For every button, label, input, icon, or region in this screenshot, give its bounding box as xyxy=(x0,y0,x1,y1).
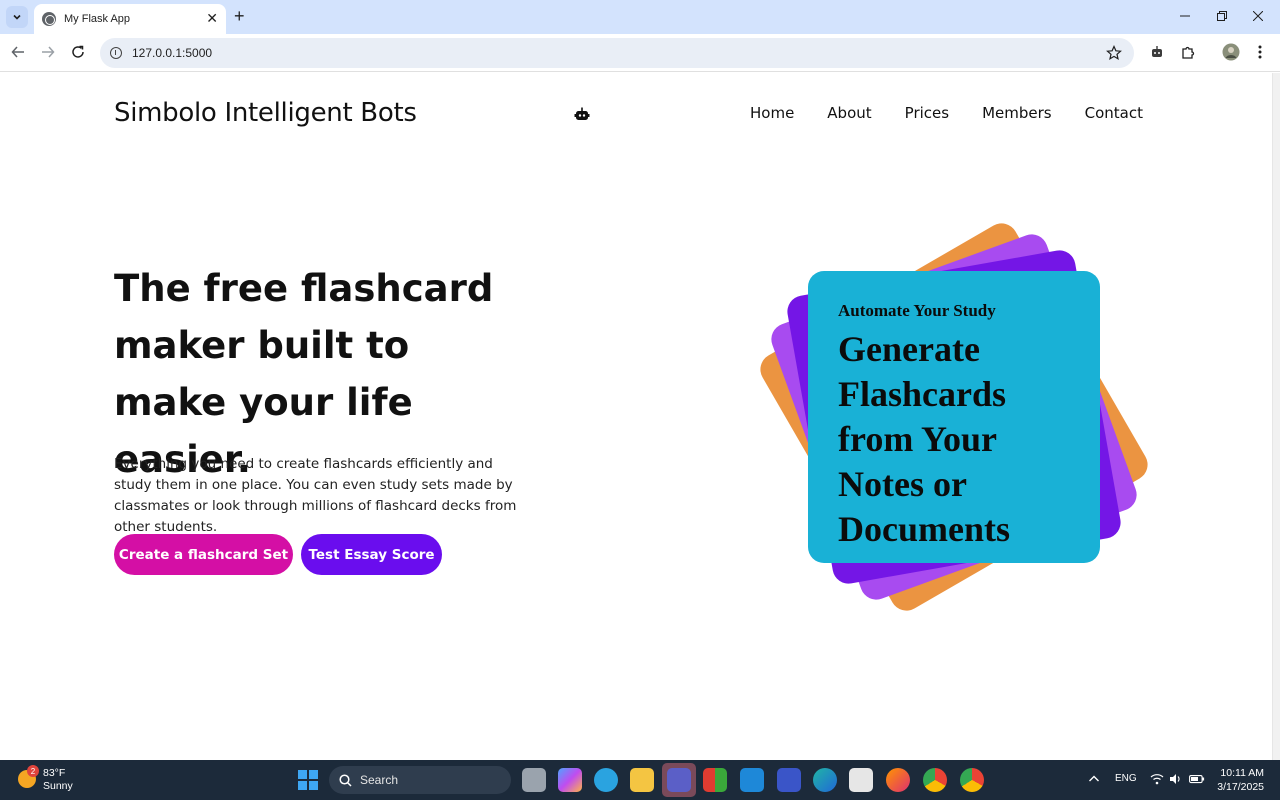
ms-store-icon[interactable] xyxy=(849,768,873,792)
reload-icon xyxy=(72,45,84,58)
forward-button[interactable] xyxy=(38,42,58,62)
main-nav: Home About Prices Members Contact xyxy=(750,104,1143,122)
extension-bot-button[interactable] xyxy=(1147,42,1167,62)
globe-icon xyxy=(42,12,56,26)
site-info-icon[interactable] xyxy=(110,47,122,59)
create-flashcard-set-button[interactable]: Create a flashcard Set xyxy=(114,534,293,575)
arrow-right-icon xyxy=(42,46,55,58)
puzzle-icon xyxy=(1182,46,1195,59)
chevron-down-icon xyxy=(13,14,21,20)
chevron-up-icon[interactable] xyxy=(1088,774,1100,784)
tab-title: My Flask App xyxy=(64,13,131,25)
test-essay-score-button[interactable]: Test Essay Score xyxy=(301,534,442,575)
edge-icon[interactable] xyxy=(813,768,837,792)
battery-icon[interactable] xyxy=(1189,773,1205,785)
start-button[interactable] xyxy=(298,770,318,790)
weather-temp: 83°F xyxy=(43,767,66,779)
nav-contact[interactable]: Contact xyxy=(1085,104,1143,122)
vscode-icon[interactable] xyxy=(740,768,764,792)
clock-date: 3/17/2025 xyxy=(1217,781,1264,793)
browser-tab-strip: My Flask App ✕ + xyxy=(0,0,1280,34)
taskbar-search[interactable]: Search xyxy=(329,766,511,794)
telegram-icon[interactable] xyxy=(594,768,618,792)
input-language[interactable]: ENG xyxy=(1115,773,1137,784)
taskbar-search-label: Search xyxy=(360,773,399,787)
file-explorer-icon[interactable] xyxy=(630,768,654,792)
address-bar[interactable]: 127.0.0.1:5000 xyxy=(100,38,1134,68)
close-tab-icon[interactable]: ✕ xyxy=(206,12,218,26)
chrome-profile-icon[interactable] xyxy=(960,768,984,792)
weather-condition: Sunny xyxy=(43,780,73,792)
arrow-left-icon xyxy=(11,46,24,58)
windows-logo-pane xyxy=(298,781,307,790)
hero-description: Everything you need to create flashcards… xyxy=(114,456,517,535)
browser-tab[interactable]: My Flask App ✕ xyxy=(34,4,226,34)
new-tab-button[interactable]: + xyxy=(234,7,245,25)
windows-logo-pane xyxy=(309,781,318,790)
windows-logo-pane xyxy=(309,770,318,779)
web-page: Simbolo Intelligent Bots Home About Pric… xyxy=(0,73,1272,760)
reload-button[interactable] xyxy=(68,42,88,62)
firefox-icon[interactable] xyxy=(886,768,910,792)
system-clock[interactable]: 10:11 AM 3/17/2025 xyxy=(1217,766,1264,794)
tab-search-button[interactable] xyxy=(6,6,28,28)
robot-icon xyxy=(1152,46,1162,57)
close-window-button[interactable] xyxy=(1248,6,1268,26)
nav-about[interactable]: About xyxy=(827,104,871,122)
teams-icon[interactable] xyxy=(667,768,691,792)
flashcard-front: Automate Your Study Generate Flashcards … xyxy=(808,271,1100,563)
weather-notification-badge: 2 xyxy=(27,765,39,777)
copilot-icon[interactable] xyxy=(558,768,582,792)
minimize-icon xyxy=(1180,15,1190,17)
url-text: 127.0.0.1:5000 xyxy=(132,46,213,60)
windows-taskbar: 2 83°F Sunny Search ENG 10:11 AM 3/17/20… xyxy=(0,760,1280,800)
clock-time: 10:11 AM xyxy=(1220,767,1264,779)
store-apps-icon[interactable] xyxy=(703,768,727,792)
bookmark-star-icon[interactable] xyxy=(1106,45,1122,61)
nav-members[interactable]: Members xyxy=(982,104,1052,122)
extensions-button[interactable] xyxy=(1178,42,1198,62)
minimize-button[interactable] xyxy=(1175,6,1195,26)
browser-menu-button[interactable] xyxy=(1250,42,1270,62)
card-kicker: Automate Your Study xyxy=(838,301,996,320)
flashcard-stack-illustration: Automate Your Study Generate Flashcards … xyxy=(754,217,1154,617)
windows-logo-pane xyxy=(298,770,307,779)
weather-widget[interactable]: 83°F Sunny xyxy=(43,767,73,793)
nav-home[interactable]: Home xyxy=(750,104,794,122)
robot-icon xyxy=(574,107,590,120)
kebab-menu-icon xyxy=(1258,45,1262,59)
search-icon xyxy=(339,773,352,787)
mathpix-icon[interactable] xyxy=(777,768,801,792)
back-button[interactable] xyxy=(8,42,28,62)
avatar-icon xyxy=(1222,43,1240,61)
profile-button[interactable] xyxy=(1221,42,1241,62)
site-brand[interactable]: Simbolo Intelligent Bots xyxy=(114,98,417,128)
page-scrollbar[interactable] xyxy=(1272,73,1280,760)
close-icon xyxy=(1253,11,1263,21)
nav-prices[interactable]: Prices xyxy=(905,104,949,122)
card-headline: Generate Flashcards from Your Notes or D… xyxy=(838,329,1010,549)
browser-toolbar: 127.0.0.1:5000 xyxy=(0,34,1280,72)
chrome-icon[interactable] xyxy=(923,768,947,792)
task-view-icon[interactable] xyxy=(522,768,546,792)
wifi-icon[interactable] xyxy=(1150,773,1164,785)
restore-button[interactable] xyxy=(1212,6,1232,26)
restore-icon xyxy=(1217,11,1227,21)
volume-icon[interactable] xyxy=(1169,773,1182,785)
